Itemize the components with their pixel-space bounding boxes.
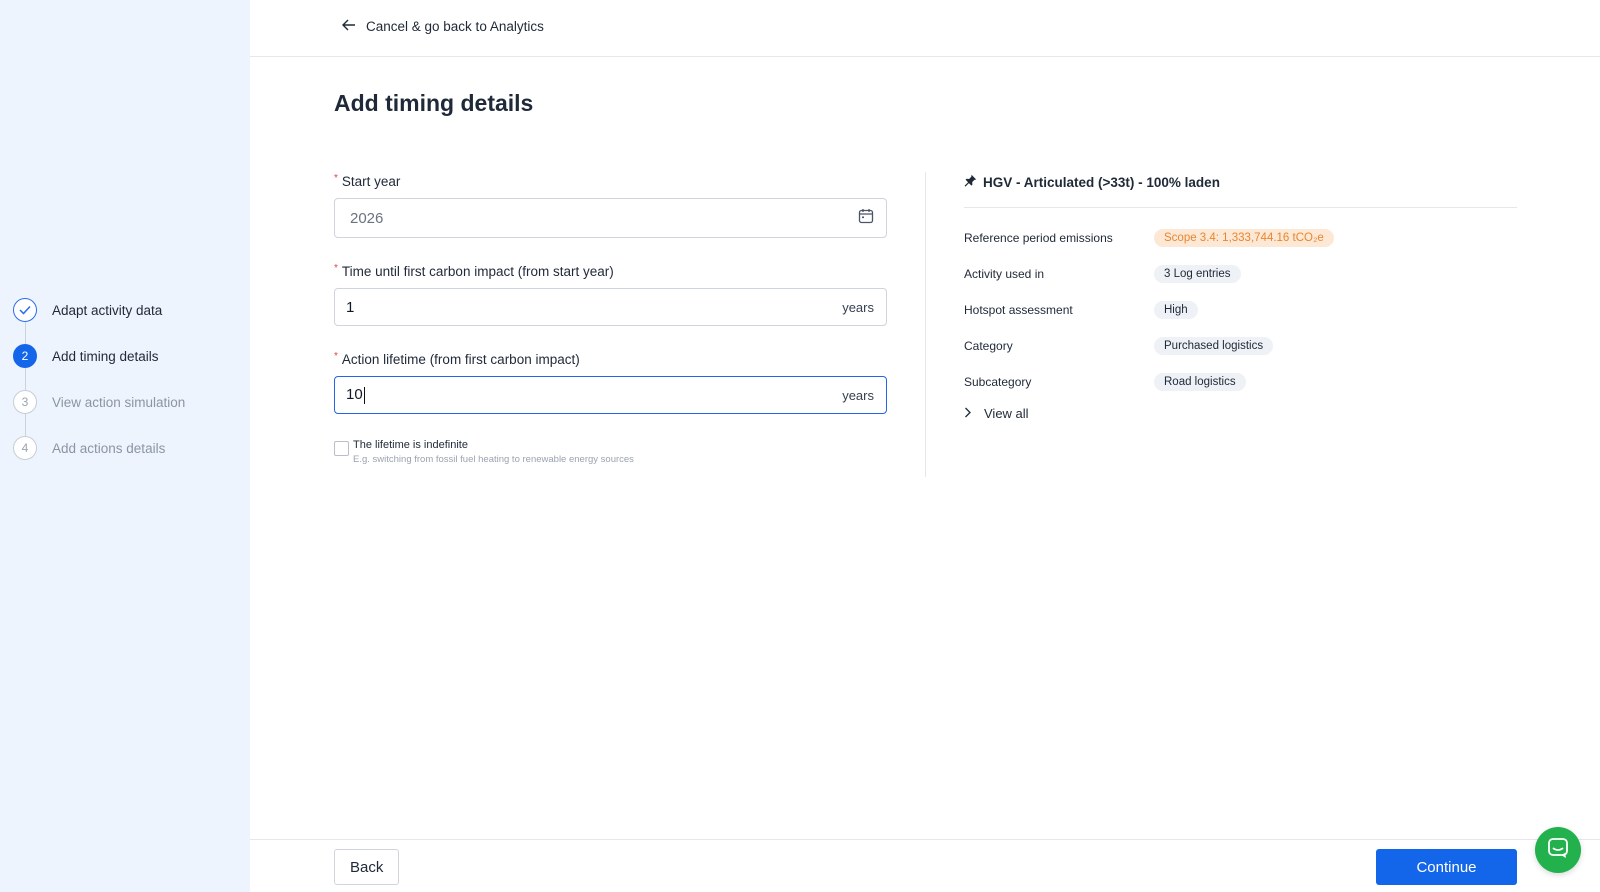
step-connector (24, 322, 26, 344)
field-label: * Start year (334, 173, 887, 190)
indefinite-label: The lifetime is indefinite (353, 439, 468, 451)
activity-summary-panel: HGV - Articulated (>33t) - 100% laden Re… (964, 174, 1517, 421)
property-label: Hotspot assessment (964, 303, 1073, 317)
time-until-impact-input[interactable]: 1 years (334, 288, 887, 326)
start-year-input[interactable]: 2026 (334, 198, 887, 238)
start-year-label: Start year (341, 174, 401, 189)
step-number: 3 (13, 390, 37, 414)
action-lifetime-value: 10 (346, 386, 363, 404)
back-link-label: Cancel & go back to Analytics (366, 19, 544, 34)
start-year-value: 2026 (350, 209, 384, 227)
view-all-label: View all (984, 406, 1029, 421)
page-title: Add timing details (334, 90, 534, 116)
continue-button[interactable]: Continue (1376, 849, 1517, 885)
field-label: * Time until first carbon impact (from s… (334, 263, 887, 280)
action-lifetime-label: Action lifetime (from first carbon impac… (341, 352, 580, 367)
category-badge: Purchased logistics (1154, 337, 1274, 355)
indefinite-lifetime-checkbox[interactable] (334, 441, 349, 456)
calendar-icon[interactable] (858, 208, 874, 228)
time-until-impact-label: Time until first carbon impact (from sta… (341, 264, 614, 279)
checkbox-texts: The lifetime is indefinite E.g. switchin… (353, 439, 634, 465)
step-adapt-activity-data[interactable]: Adapt activity data (13, 298, 185, 344)
step-label: View action simulation (52, 394, 186, 410)
panel-title: HGV - Articulated (>33t) - 100% laden (964, 174, 1517, 208)
back-button[interactable]: Back (334, 849, 400, 885)
property-label: Reference period emissions (964, 231, 1113, 245)
property-row: Subcategory Road logistics (964, 370, 1517, 394)
start-year-field: * Start year 2026 (334, 174, 887, 238)
property-label: Category (964, 339, 1013, 353)
scope-emissions-badge: Scope 3.4: 1,333,744.16 tCO₂e (1154, 229, 1334, 247)
text-caret (363, 386, 365, 404)
subcategory-badge: Road logistics (1154, 373, 1246, 391)
chat-support-button[interactable] (1535, 827, 1581, 873)
step-connector (24, 368, 26, 390)
action-lifetime-field: * Action lifetime (from first carbon imp… (334, 352, 887, 414)
step-add-timing-details[interactable]: 2 Add timing details (13, 344, 185, 390)
arrow-left-icon (342, 19, 356, 34)
action-lifetime-value-wrap: 10 (346, 386, 842, 404)
step-number: 2 (13, 344, 37, 368)
sidebar: Adapt activity data 2 Add timing details… (0, 0, 250, 892)
property-row: Category Purchased logistics (964, 334, 1517, 358)
step-label: Adapt activity data (52, 302, 163, 318)
property-row: Reference period emissions Scope 3.4: 1,… (964, 226, 1517, 250)
step-add-actions-details[interactable]: 4 Add actions details (13, 436, 185, 460)
property-label: Subcategory (964, 375, 1032, 389)
hotspot-badge: High (1154, 301, 1198, 319)
step-label: Add timing details (52, 348, 159, 364)
indefinite-hint: E.g. switching from fossil fuel heating … (353, 454, 634, 465)
time-until-impact-field: * Time until first carbon impact (from s… (334, 264, 887, 326)
vertical-divider (925, 172, 926, 477)
check-icon (13, 298, 37, 322)
required-marker: * (334, 263, 338, 274)
view-all-toggle[interactable]: View all (964, 406, 1517, 421)
pin-icon (964, 174, 977, 190)
cancel-back-link[interactable]: Cancel & go back to Analytics (342, 19, 544, 34)
timing-form: * Start year 2026 * Time until first car… (334, 174, 887, 465)
step-number: 4 (13, 436, 37, 460)
indefinite-lifetime-option: The lifetime is indefinite E.g. switchin… (334, 439, 887, 465)
field-label: * Action lifetime (from first carbon imp… (334, 351, 887, 368)
top-bar: Cancel & go back to Analytics (250, 0, 1600, 57)
years-suffix: years (842, 299, 874, 315)
time-until-impact-value: 1 (346, 298, 355, 316)
step-label: Add actions details (52, 440, 166, 456)
log-entries-badge[interactable]: 3 Log entries (1154, 265, 1241, 283)
property-label: Activity used in (964, 267, 1045, 281)
chat-icon (1547, 837, 1569, 864)
property-row: Activity used in 3 Log entries (964, 262, 1517, 286)
property-list: Reference period emissions Scope 3.4: 1,… (964, 226, 1517, 394)
required-marker: * (334, 351, 338, 362)
required-marker: * (334, 173, 338, 184)
step-view-action-simulation[interactable]: 3 View action simulation (13, 390, 186, 436)
years-suffix: years (842, 387, 874, 403)
action-lifetime-input[interactable]: 10 years (334, 376, 887, 414)
stepper: Adapt activity data 2 Add timing details… (13, 298, 185, 460)
activity-title: HGV - Articulated (>33t) - 100% laden (983, 174, 1220, 190)
bottom-action-bar: Back Continue (250, 839, 1600, 892)
step-connector (24, 414, 26, 436)
chevron-right-icon (964, 406, 972, 421)
property-row: Hotspot assessment High (964, 298, 1517, 322)
